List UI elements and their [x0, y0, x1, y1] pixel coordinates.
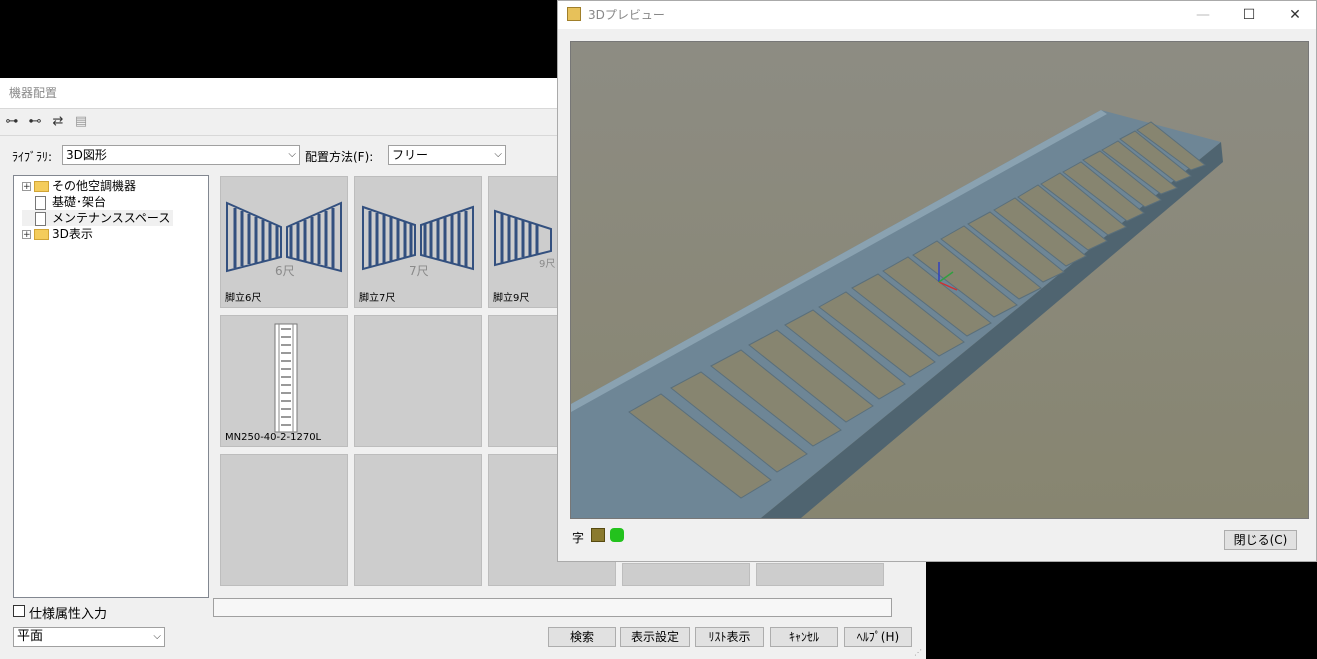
library-select[interactable]: 3D図形 ⌵ — [62, 145, 300, 165]
thumbnail-empty[interactable] — [354, 454, 482, 586]
close-icon[interactable]: ✕ — [1272, 1, 1317, 29]
minimize-icon[interactable]: — — [1180, 1, 1226, 29]
preview-titlebar: 3Dプレビュー — ☐ ✕ — [558, 1, 1316, 29]
library-select-value: 3D図形 — [66, 148, 107, 162]
tree-item-maintenance[interactable]: メンテナンススペース — [22, 210, 174, 226]
tray-icon[interactable] — [591, 528, 605, 542]
document-icon — [35, 195, 46, 210]
ladder-7-image: 7尺 — [362, 205, 474, 278]
3d-preview-window: 3Dプレビュー — ☐ ✕ 字 閉じる(C) — [557, 0, 1317, 562]
package-icon — [567, 7, 581, 21]
display-settings-button[interactable]: 表示設定 — [620, 627, 690, 647]
thumbnail-caption: 脚立6尺 — [225, 293, 262, 304]
list-view-button[interactable]: ﾘｽﾄ表示 — [695, 627, 764, 647]
thumbnail-mn250[interactable]: MN250-40-2-1270L — [220, 315, 348, 447]
view-select-value: 平面 — [17, 629, 44, 644]
placement-select[interactable]: フリー ⌵ — [388, 145, 506, 165]
ladder-mark: 9尺 — [539, 258, 555, 270]
folder-icon — [34, 181, 49, 192]
thumbnail-caption: 脚立7尺 — [359, 293, 396, 304]
placement-select-value: フリー — [392, 148, 429, 162]
thumbnail-empty[interactable] — [354, 315, 482, 447]
ladder-mark: 6尺 — [275, 264, 295, 278]
chevron-down-icon: ⌵ — [494, 149, 502, 160]
chevron-down-icon: ⌵ — [153, 631, 161, 642]
ladder-mark: 7尺 — [409, 264, 429, 278]
document-icon — [35, 211, 46, 226]
tree-expand-icon[interactable]: ⊶ — [3, 113, 21, 131]
ladder-6-image: 6尺 — [226, 201, 342, 278]
3d-viewport[interactable] — [570, 41, 1309, 519]
close-button[interactable]: 閉じる(C) — [1224, 530, 1297, 550]
resize-grip-icon[interactable]: ⋰ — [914, 648, 922, 657]
thumbnail-ladder-7[interactable]: 7尺 脚立7尺 — [354, 176, 482, 308]
chevron-down-icon: ⌵ — [288, 149, 296, 160]
color-toggle-icon[interactable] — [610, 528, 624, 542]
spec-attribute-checkbox[interactable] — [13, 605, 25, 617]
document-icon[interactable]: ▤ — [72, 113, 90, 131]
view-select[interactable]: 平面 ⌵ — [13, 627, 165, 647]
expand-icon[interactable]: + — [22, 182, 31, 192]
thumbnail-caption: MN250-40-2-1270L — [225, 432, 322, 443]
expand-icon[interactable]: + — [22, 230, 31, 240]
thumbnail-empty[interactable] — [622, 563, 750, 586]
tree-item-label: 基礎･架台 — [52, 195, 107, 209]
thumbnail-caption: 脚立9尺 — [493, 293, 530, 304]
tree-item-label: 3D表示 — [52, 227, 93, 241]
tree-item-label: その他空調機器 — [52, 179, 137, 193]
cancel-button[interactable]: ｷｬﾝｾﾙ — [770, 627, 838, 647]
thumbnail-empty[interactable] — [220, 454, 348, 586]
tree-collapse-icon[interactable]: ⊷ — [26, 113, 44, 131]
thumbnail-ladder-9[interactable]: 9尺 脚立9尺 — [488, 176, 558, 308]
tree-item-other-ac[interactable]: + その他空調機器 — [22, 178, 136, 194]
tree-item-foundation[interactable]: 基礎･架台 — [22, 194, 106, 210]
cable-tray-render — [571, 42, 1308, 518]
maximize-icon[interactable]: ☐ — [1226, 1, 1272, 29]
search-button[interactable]: 検索 — [548, 627, 616, 647]
tree-item-3d-display[interactable]: +3D表示 — [22, 226, 93, 242]
help-button[interactable]: ﾍﾙﾌﾟ(H) — [844, 627, 912, 647]
tree-item-label: メンテナンススペース — [52, 211, 171, 225]
edit-link-icon[interactable]: ⇄ — [49, 113, 67, 131]
preview-title: 3Dプレビュー — [588, 8, 665, 22]
thumbnail-ladder-6[interactable]: 6尺 脚立6尺 — [220, 176, 348, 308]
ladder-9-image: 9尺 — [494, 209, 555, 270]
folder-icon — [34, 229, 49, 240]
spec-attribute-label: 仕様属性入力 — [29, 607, 108, 622]
text-toggle-icon[interactable]: 字 — [572, 529, 584, 546]
library-label: ﾗｲﾌﾞﾗﾘ: — [12, 150, 53, 164]
status-field — [213, 598, 892, 617]
thumbnail-empty[interactable] — [756, 563, 884, 586]
library-tree[interactable]: + その他空調機器 基礎･架台 メンテナンススペース +3D表示 — [13, 175, 209, 598]
thumbnail-empty[interactable] — [488, 315, 558, 447]
placement-label: 配置方法(F): — [305, 150, 374, 164]
mn250-image — [274, 323, 298, 433]
